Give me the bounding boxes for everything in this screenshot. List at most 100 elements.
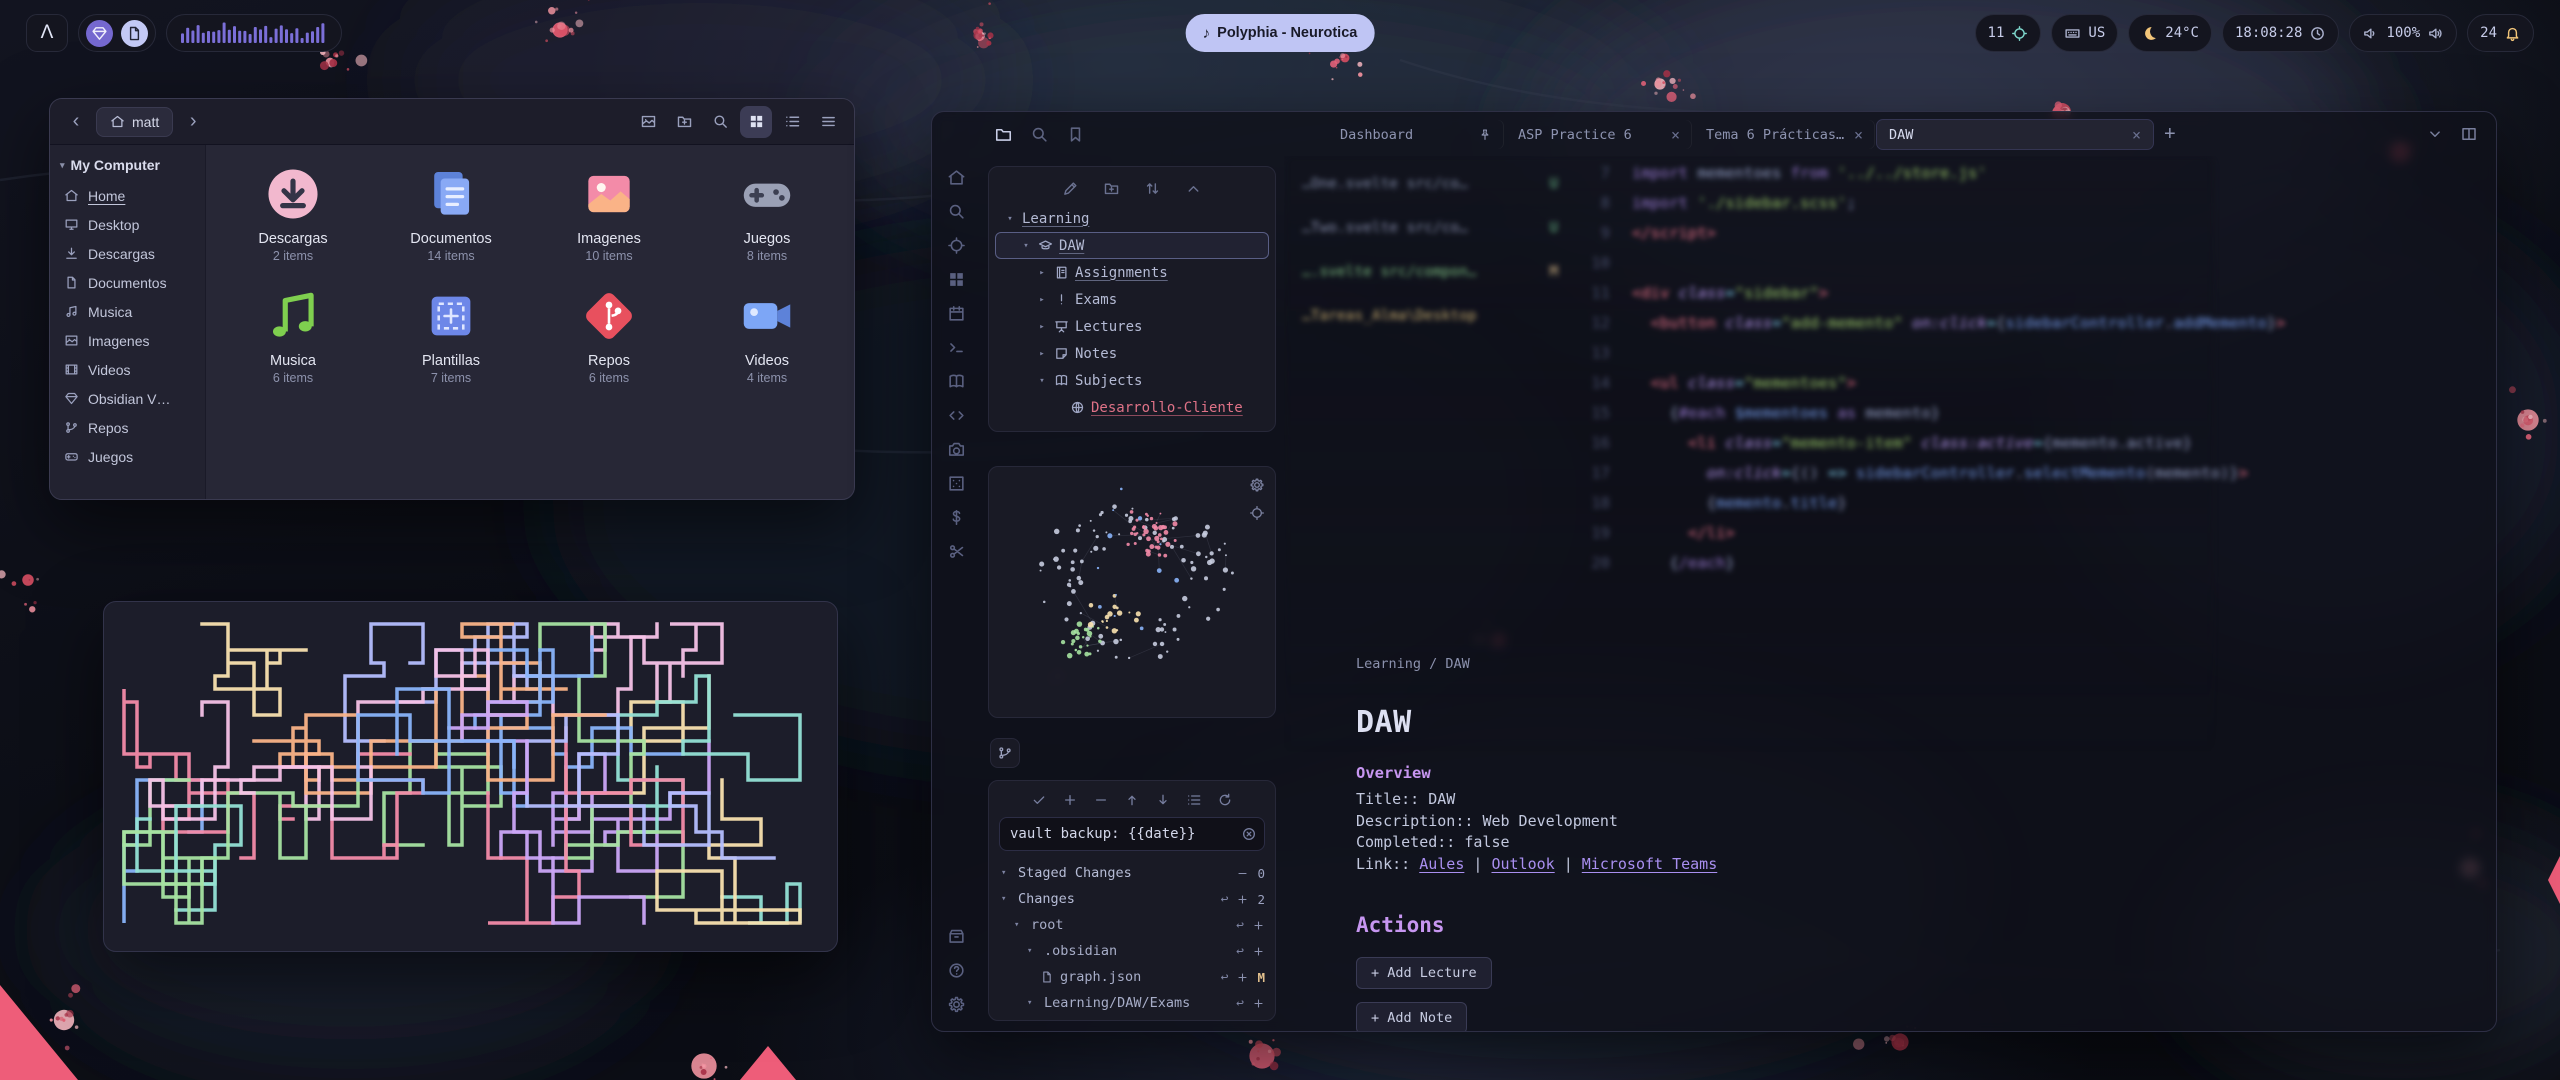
git-row-changes[interactable]: ▾Changes↩2 bbox=[999, 886, 1265, 912]
notifications-widget[interactable]: 24 bbox=[2467, 14, 2534, 52]
sidebar-item-imagenes[interactable]: Imagenes bbox=[50, 326, 205, 355]
stage-icon[interactable] bbox=[1252, 997, 1265, 1010]
collapse-all-button[interactable] bbox=[1185, 180, 1202, 197]
updates-widget[interactable]: 11 bbox=[1975, 14, 2042, 52]
tree-item-notes[interactable]: ▸Notes bbox=[995, 340, 1269, 367]
folder-plantillas[interactable]: Plantillas7 items bbox=[372, 285, 530, 385]
calendar-ribbon-button[interactable] bbox=[946, 304, 966, 324]
sidebar-tab-files[interactable] bbox=[994, 125, 1013, 144]
close-tab-icon[interactable]: × bbox=[1671, 126, 1680, 144]
folder-musica[interactable]: Musica6 items bbox=[214, 285, 372, 385]
git-row-staged-changes[interactable]: ▾Staged Changes0 bbox=[999, 860, 1265, 886]
volume-widget[interactable]: 100% bbox=[2349, 14, 2457, 52]
git-row-obsidian[interactable]: ▾.obsidian↩ bbox=[999, 938, 1265, 964]
camera-ribbon-button[interactable] bbox=[946, 440, 966, 460]
folder-descargas[interactable]: Descargas2 items bbox=[214, 163, 372, 263]
discard-icon[interactable]: ↩ bbox=[1221, 970, 1229, 985]
stage-all-button[interactable] bbox=[1062, 792, 1078, 808]
discard-icon[interactable]: ↩ bbox=[1236, 918, 1244, 933]
git-row-learning-daw-exams[interactable]: ▾Learning/DAW/Exams↩ bbox=[999, 990, 1265, 1016]
unstage-icon[interactable] bbox=[1236, 867, 1249, 880]
tab-daw[interactable]: DAW× bbox=[1876, 119, 2154, 150]
help-ribbon-button[interactable] bbox=[946, 961, 966, 981]
push-button[interactable] bbox=[1124, 792, 1140, 808]
commit-button[interactable] bbox=[1031, 792, 1047, 808]
forward-button[interactable]: › bbox=[177, 106, 209, 138]
tree-item-desarrollo-cliente[interactable]: Desarrollo-Cliente bbox=[995, 394, 1269, 421]
sidebar-item-repos[interactable]: Repos bbox=[50, 413, 205, 442]
sidebar-item-home[interactable]: Home bbox=[50, 181, 205, 210]
tab-asp-practice-6[interactable]: ASP Practice 6× bbox=[1505, 119, 1693, 150]
terminal-ribbon-button[interactable] bbox=[946, 338, 966, 358]
sidebar-item-juegos[interactable]: Juegos bbox=[50, 442, 205, 471]
tree-item-exams[interactable]: ▸Exams bbox=[995, 286, 1269, 313]
git-row-graph-json[interactable]: graph.json↩M bbox=[999, 964, 1265, 990]
discard-icon[interactable]: ↩ bbox=[1236, 944, 1244, 959]
breadcrumb[interactable]: matt bbox=[96, 107, 173, 137]
sidebar-item-descargas[interactable]: Descargas bbox=[50, 239, 205, 268]
library-ribbon-button[interactable] bbox=[946, 372, 966, 392]
code-ribbon-button[interactable] bbox=[946, 406, 966, 426]
tools-ribbon-button[interactable] bbox=[946, 542, 966, 562]
close-tab-icon[interactable]: × bbox=[2132, 126, 2141, 144]
tree-item-subjects[interactable]: ▾Subjects bbox=[995, 367, 1269, 394]
tree-item-assignments[interactable]: ▸Assignments bbox=[995, 259, 1269, 286]
home-ribbon-button[interactable] bbox=[946, 168, 966, 188]
view-grid-button[interactable] bbox=[740, 106, 772, 138]
canvas-ribbon-button[interactable] bbox=[946, 270, 966, 290]
add-lecture-button[interactable]: + Add Lecture bbox=[1356, 957, 1492, 989]
settings-ribbon-button[interactable] bbox=[946, 995, 966, 1015]
vault-switcher-ribbon-button[interactable] bbox=[946, 927, 966, 947]
new-folder-button[interactable] bbox=[1103, 180, 1120, 197]
sidebar-item-desktop[interactable]: Desktop bbox=[50, 210, 205, 239]
git-row-root[interactable]: ▾root↩ bbox=[999, 912, 1265, 938]
sidebar-section-header[interactable]: ▾ My Computer bbox=[50, 155, 205, 181]
layout-button[interactable] bbox=[1186, 792, 1202, 808]
tree-item-learning[interactable]: ▾Learning bbox=[995, 205, 1269, 232]
pull-button[interactable] bbox=[1155, 792, 1171, 808]
note-link-aules[interactable]: Aules bbox=[1419, 855, 1464, 873]
tree-item-daw[interactable]: ▾DAW bbox=[995, 232, 1269, 259]
now-playing-widget[interactable]: ♪ Polyphia - Neurotica bbox=[1186, 14, 1375, 52]
stage-icon[interactable] bbox=[1236, 971, 1249, 984]
add-note-button[interactable]: + Add Note bbox=[1356, 1002, 1467, 1031]
folder-imagenes[interactable]: Imagenes10 items bbox=[530, 163, 688, 263]
menu-button[interactable] bbox=[812, 106, 844, 138]
stage-icon[interactable] bbox=[1252, 919, 1265, 932]
new-note-button[interactable] bbox=[1062, 180, 1079, 197]
graph-settings-icon[interactable] bbox=[1249, 477, 1265, 493]
keyboard-layout-widget[interactable]: US bbox=[2051, 14, 2118, 52]
clock-widget[interactable]: 18:08:28 bbox=[2222, 14, 2339, 52]
stage-icon[interactable] bbox=[1252, 945, 1265, 958]
commit-message-input[interactable] bbox=[999, 817, 1265, 851]
search-button[interactable] bbox=[704, 106, 736, 138]
sidebar-item-musica[interactable]: Musica bbox=[50, 297, 205, 326]
apps-button[interactable] bbox=[86, 20, 113, 47]
unstage-all-button[interactable] bbox=[1093, 792, 1109, 808]
sidebar-item-documentos[interactable]: Documentos bbox=[50, 268, 205, 297]
refresh-button[interactable] bbox=[1217, 792, 1233, 808]
back-button[interactable]: ‹ bbox=[60, 106, 92, 138]
folder-documentos[interactable]: Documentos14 items bbox=[372, 163, 530, 263]
discard-icon[interactable]: ↩ bbox=[1221, 892, 1229, 907]
folder-juegos[interactable]: Juegos8 items bbox=[688, 163, 846, 263]
sidebar-item-videos[interactable]: Videos bbox=[50, 355, 205, 384]
preview-button[interactable] bbox=[632, 106, 664, 138]
new-tab-button[interactable]: + bbox=[2164, 123, 2176, 146]
note-link-microsoft-teams[interactable]: Microsoft Teams bbox=[1582, 855, 1717, 873]
local-graph[interactable] bbox=[989, 467, 1275, 703]
graph-focus-icon[interactable] bbox=[1249, 505, 1265, 521]
graph-ribbon-button[interactable] bbox=[946, 236, 966, 256]
weather-widget[interactable]: 24°C bbox=[2128, 14, 2212, 52]
sidebar-tab-search[interactable] bbox=[1030, 125, 1049, 144]
sidebar-item-obsidian-v[interactable]: Obsidian V… bbox=[50, 384, 205, 413]
tab-tema-6-pr-cticas[interactable]: Tema 6 Prácticas -…× bbox=[1693, 119, 1876, 150]
tab-dashboard[interactable]: Dashboard bbox=[1327, 119, 1505, 150]
view-list-button[interactable] bbox=[776, 106, 808, 138]
new-folder-button[interactable] bbox=[668, 106, 700, 138]
notes-button[interactable] bbox=[121, 20, 148, 47]
note-link-outlook[interactable]: Outlook bbox=[1491, 855, 1554, 873]
clear-message-icon[interactable] bbox=[1241, 826, 1257, 842]
search-ribbon-button[interactable] bbox=[946, 202, 966, 222]
split-editor-icon[interactable] bbox=[2460, 125, 2478, 143]
